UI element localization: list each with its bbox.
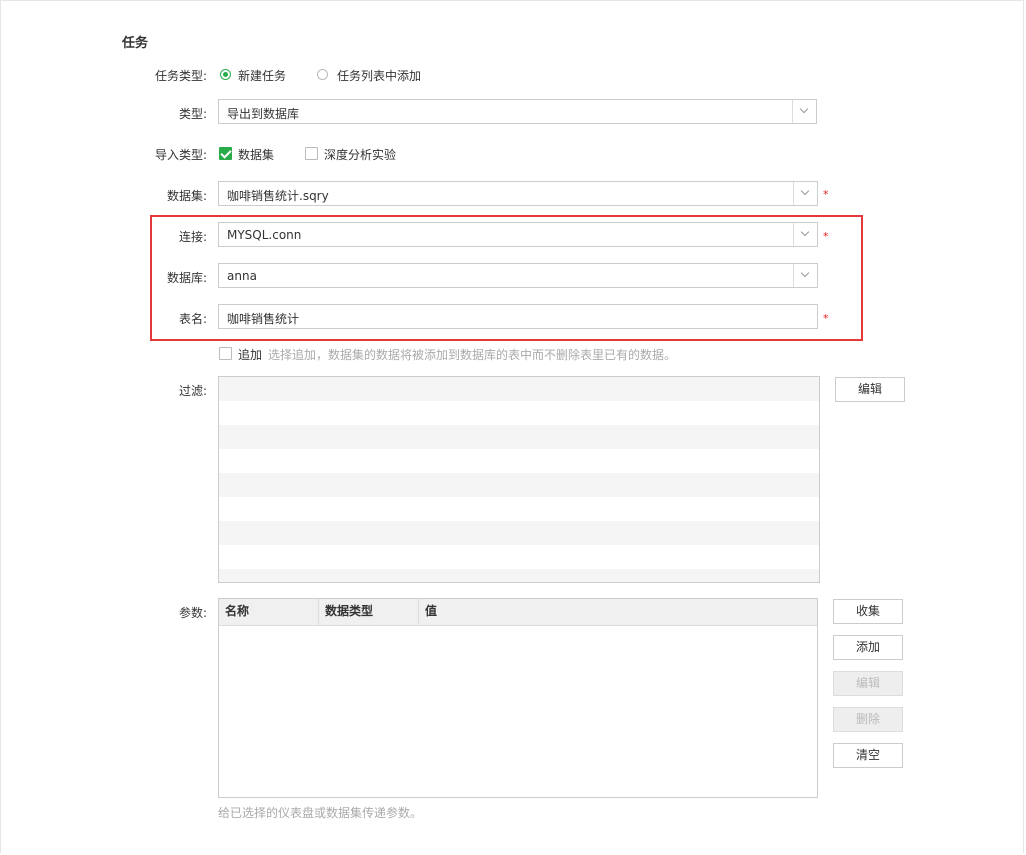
params-table-header: 名称 数据类型 值 [219, 599, 817, 626]
table-name-label: 表名: [178, 312, 207, 326]
connection-select-value: MYSQL.conn [227, 228, 302, 242]
database-select[interactable]: anna [218, 263, 818, 288]
radio-new-task-label[interactable]: 新建任务 [238, 67, 286, 84]
column-header-name[interactable]: 名称 [219, 599, 319, 625]
import-type-label: 导入类型: [154, 148, 207, 162]
list-item [219, 473, 819, 497]
list-item [219, 521, 819, 545]
required-marker: * [823, 230, 829, 243]
params-table[interactable]: 名称 数据类型 值 [218, 598, 818, 798]
edit-button[interactable]: 编辑 [833, 671, 903, 696]
type-select[interactable]: 导出到数据库 [218, 99, 817, 124]
list-item [219, 425, 819, 449]
chevron-down-icon[interactable] [793, 223, 817, 246]
clear-button[interactable]: 清空 [833, 743, 903, 768]
params-hint: 给已选择的仪表盘或数据集传递参数。 [218, 806, 423, 820]
list-item [219, 569, 819, 582]
chevron-down-icon[interactable] [793, 264, 817, 287]
required-marker: * [823, 188, 829, 201]
task-settings-panel: 任务 任务类型: 新建任务 任务列表中添加 类型: 导出到数据库 导入类型: 数… [0, 0, 1024, 853]
radio-add-from-list-label[interactable]: 任务列表中添加 [337, 67, 421, 84]
column-header-type[interactable]: 数据类型 [319, 599, 419, 625]
filter-label: 过滤: [178, 384, 207, 398]
dataset-select[interactable]: 咖啡销售统计.sqry [218, 181, 818, 206]
dataset-label: 数据集: [166, 189, 207, 203]
checkbox-append-label[interactable]: 追加 [238, 346, 262, 363]
delete-button[interactable]: 删除 [833, 707, 903, 732]
column-header-value[interactable]: 值 [419, 599, 619, 625]
filter-edit-button[interactable]: 编辑 [835, 377, 905, 402]
connection-label: 连接: [178, 230, 207, 244]
database-label: 数据库: [166, 271, 207, 285]
list-item [219, 377, 819, 401]
add-button[interactable]: 添加 [833, 635, 903, 660]
radio-add-from-list[interactable] [317, 69, 328, 80]
filter-list[interactable] [218, 376, 820, 583]
type-label: 类型: [178, 107, 207, 121]
chevron-down-icon[interactable] [792, 100, 816, 123]
required-marker: * [823, 312, 829, 325]
checkbox-append[interactable] [219, 347, 232, 360]
connection-select[interactable]: MYSQL.conn [218, 222, 818, 247]
database-select-value: anna [227, 269, 257, 283]
task-type-label: 任务类型: [154, 69, 207, 83]
chevron-down-icon[interactable] [793, 182, 817, 205]
collect-button[interactable]: 收集 [833, 599, 903, 624]
params-label: 参数: [178, 606, 207, 620]
checkbox-deep-analysis-label[interactable]: 深度分析实验 [324, 146, 396, 163]
radio-new-task[interactable] [220, 69, 231, 80]
table-name-input-value: 咖啡销售统计 [227, 312, 300, 326]
table-name-input[interactable]: 咖啡销售统计 [218, 304, 818, 329]
dataset-select-value: 咖啡销售统计.sqry [227, 189, 329, 203]
checkbox-dataset[interactable] [219, 147, 232, 160]
checkbox-deep-analysis[interactable] [305, 147, 318, 160]
section-title: 任务 [122, 36, 149, 51]
type-select-value: 导出到数据库 [227, 107, 300, 121]
append-hint: 选择追加，数据集的数据将被添加到数据库的表中而不删除表里已有的数据。 [268, 348, 677, 362]
checkbox-dataset-label[interactable]: 数据集 [238, 146, 274, 163]
